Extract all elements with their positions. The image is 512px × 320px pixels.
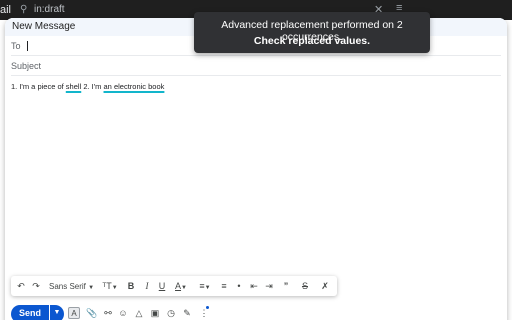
subject-field[interactable]: Subject [11,56,501,76]
formatting-options-icon[interactable]: A [68,307,80,319]
underline-icon[interactable]: U [157,280,167,293]
send-options-button[interactable]: ▼ [50,305,64,320]
bulleted-list-icon[interactable]: • [234,280,244,293]
quote-icon[interactable]: ” [281,280,291,293]
text-cursor [27,41,28,51]
bold-icon[interactable]: B [126,280,136,293]
body-text-prefix: 1. I'm a piece of [11,82,66,91]
search-query-text[interactable]: in:draft [34,4,65,15]
italic-icon[interactable]: I [142,280,152,293]
send-button[interactable]: Send [11,305,49,320]
text-color-icon[interactable]: A▼ [173,280,189,293]
drive-icon[interactable]: △ [133,307,145,319]
toast-submessage: Check replaced values. [253,35,371,47]
body-text-middle: 2. I'm [81,82,104,91]
emoji-icon[interactable]: ☺ [117,307,129,319]
attach-file-icon[interactable]: 📎 [86,307,98,319]
strikethrough-icon[interactable]: S [300,280,310,293]
align-icon[interactable]: ≡▼ [197,280,213,293]
signature-icon[interactable]: ✎ [181,307,193,319]
remove-formatting-icon[interactable]: ✗ [320,280,330,293]
indent-more-icon[interactable]: ⇥ [264,280,274,293]
search-icon[interactable]: ⚲ [20,4,27,15]
confidential-mode-icon[interactable]: ◷ [165,307,177,319]
replaced-value-1[interactable]: shell [66,82,81,91]
undo-icon[interactable]: ↶ [16,280,26,293]
insert-link-icon[interactable]: ⚯ [102,307,114,319]
replaced-value-2[interactable]: an electronic book [104,82,165,91]
gmail-app-label: ail [0,4,12,16]
indent-less-icon[interactable]: ⇤ [249,280,259,293]
subject-placeholder: Subject [11,61,42,71]
formatting-toolbar: ↶ ↷ Sans Serif ▼ ᵀT▼ B I U A▼ ≡▼ ≡ • ⇤ ⇥… [11,276,337,296]
redo-icon[interactable]: ↷ [31,280,41,293]
font-select[interactable]: Sans Serif ▼ [49,280,97,293]
insert-photo-icon[interactable]: ▣ [149,307,161,319]
chevron-down-icon: ▼ [88,285,95,291]
compose-window: New Message To Subject 1. I'm a piece of… [5,18,507,320]
text-size-icon[interactable]: ᵀT▼ [101,280,119,293]
numbered-list-icon[interactable]: ≡ [219,280,229,293]
notification-dot [206,306,209,309]
to-label: To [11,41,21,51]
compose-title: New Message [12,21,76,32]
replacement-toast: Advanced replacement performed on 2 occu… [194,12,430,53]
message-body[interactable]: 1. I'm a piece of shell 2. I'm an electr… [11,82,164,91]
font-name: Sans Serif [49,282,86,291]
